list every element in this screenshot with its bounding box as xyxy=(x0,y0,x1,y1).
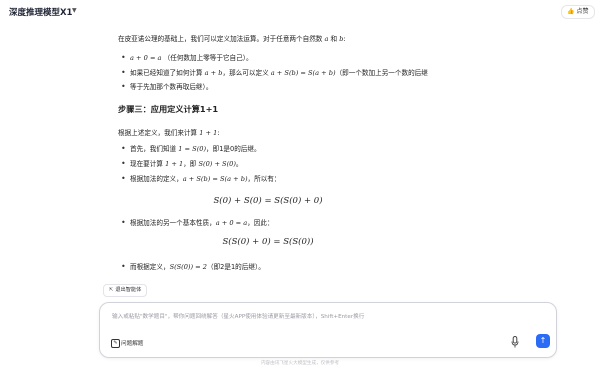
bullet-text: （即一个数加上另一个数的后继 xyxy=(335,69,428,77)
intro-mid: 和 xyxy=(328,35,340,43)
chevron-down-icon[interactable]: ▼ xyxy=(72,7,77,14)
list-item: 如果已经知道了如何计算 a + b，那么可以定义 a + S(b) = S(a … xyxy=(121,68,428,78)
calc-intro: 根据上述定义，我们来计算 1 + 1: xyxy=(118,128,220,138)
math-inline: a + 0 = a xyxy=(130,54,162,62)
exit-icon: ⇱ xyxy=(109,287,114,293)
thumb-up-icon: 👍 xyxy=(567,8,575,15)
calc-suffix: : xyxy=(217,129,220,137)
bullet-text: ，因此： xyxy=(247,219,274,227)
chat-input-box[interactable]: 输入或粘贴"数学题目"，帮你问题回绕解答（星火APP使用体验请更新至最新版本），… xyxy=(99,302,557,358)
list-item: a + 0 = a （任何数加上零等于它自己）。 xyxy=(121,53,253,63)
list-item-continued: 等于先加那个数再取后继）。 xyxy=(121,82,213,92)
bullet-text: ，即 xyxy=(183,160,199,168)
bullet-text: ，所以有： xyxy=(247,175,281,183)
bullet-text: 而根据定义， xyxy=(130,263,170,271)
chat-input-placeholder[interactable]: 输入或粘贴"数学题目"，帮你问题回绕解答（星火APP使用体验请更新至最新版本），… xyxy=(112,312,364,320)
top-bar: 深度推理模型X1 ▼ 👍 点赞 xyxy=(0,0,600,24)
equation-display: S(S(0) + 0) = S(S(0)) xyxy=(222,237,314,247)
list-item: 根据加法的定义，a + S(b) = S(a + b)，所以有： xyxy=(121,174,281,184)
list-item: 首先，我们知道 1 = S(0)，即1是0的后继。 xyxy=(121,144,261,154)
like-button[interactable]: 👍 点赞 xyxy=(561,5,595,19)
bullet-text: 现在要计算 xyxy=(130,160,166,168)
math-inline: S(S(0)) = 2 xyxy=(169,263,207,271)
bullet-text: 根据加法的定义， xyxy=(130,175,183,183)
intro-text: 在皮亚诺公理的基础上，我们可以定义加法运算。对于任意两个自然数 a 和 b: xyxy=(118,34,346,44)
intro-suffix: : xyxy=(343,35,346,43)
exit-agent-label: 退出智能体 xyxy=(115,287,142,293)
bullet-text: 如果已经知道了如何计算 xyxy=(130,69,205,77)
disclaimer-footer: 内容由讯飞星火大模型生成，仅供参考 xyxy=(260,361,340,366)
like-label: 点赞 xyxy=(576,8,589,15)
step-heading: 步骤三：应用定义计算1+1 xyxy=(118,104,219,114)
math-inline: 1 + 1 xyxy=(199,129,218,137)
exit-agent-button[interactable]: ⇱ 退出智能体 xyxy=(103,284,148,297)
math-inline: a + b xyxy=(204,69,223,77)
calc-text: 根据上述定义，我们来计算 xyxy=(118,129,200,137)
bullet-text: 。 xyxy=(235,160,243,168)
bullet-text: （即2是1的后继）。 xyxy=(207,263,265,271)
list-item: 现在要计算 1 + 1，即 S(0) + S(0)。 xyxy=(121,159,243,169)
bullet-text: 根据加法的另一个基本性质， xyxy=(130,219,216,227)
problem-solving-label: 问题解题 xyxy=(121,341,144,347)
bullet-text: ，那么可以定义 xyxy=(222,69,271,77)
math-inline: a + 0 = a xyxy=(215,219,248,227)
math-inline: a + S(b) = S(a + b) xyxy=(182,175,248,183)
bullet-text: ，即1是0的后继。 xyxy=(206,145,261,153)
math-inline: S(0) + S(0) xyxy=(198,160,236,168)
math-inline: a + S(b) = S(a + b) xyxy=(270,69,336,77)
send-arrow-icon[interactable]: ↑ xyxy=(536,334,550,348)
edit-icon: ✎ xyxy=(111,339,120,348)
intro-prefix: 在皮亚诺公理的基础上，我们可以定义加法运算。对于任意两个自然数 xyxy=(118,35,325,43)
problem-solving-button[interactable]: ✎ 问题解题 xyxy=(111,339,143,348)
list-item: 根据加法的另一个基本性质，a + 0 = a，因此： xyxy=(121,218,274,228)
equation-display: S(0) + S(0) = S(S(0) + 0) xyxy=(213,196,323,206)
bullet-text: 首先，我们知道 xyxy=(130,145,179,153)
bullet-text: （任何数加上零等于它自己）。 xyxy=(163,54,253,62)
bullet-text: 等于先加那个数再取后继）。 xyxy=(130,83,213,91)
list-item: 而根据定义，S(S(0)) = 2（即2是1的后继）。 xyxy=(121,262,265,272)
math-inline: 1 = S(0) xyxy=(178,145,207,153)
model-selector-title[interactable]: 深度推理模型X1 xyxy=(9,6,72,18)
microphone-icon[interactable] xyxy=(511,336,519,348)
math-inline: 1 + 1 xyxy=(165,160,184,168)
